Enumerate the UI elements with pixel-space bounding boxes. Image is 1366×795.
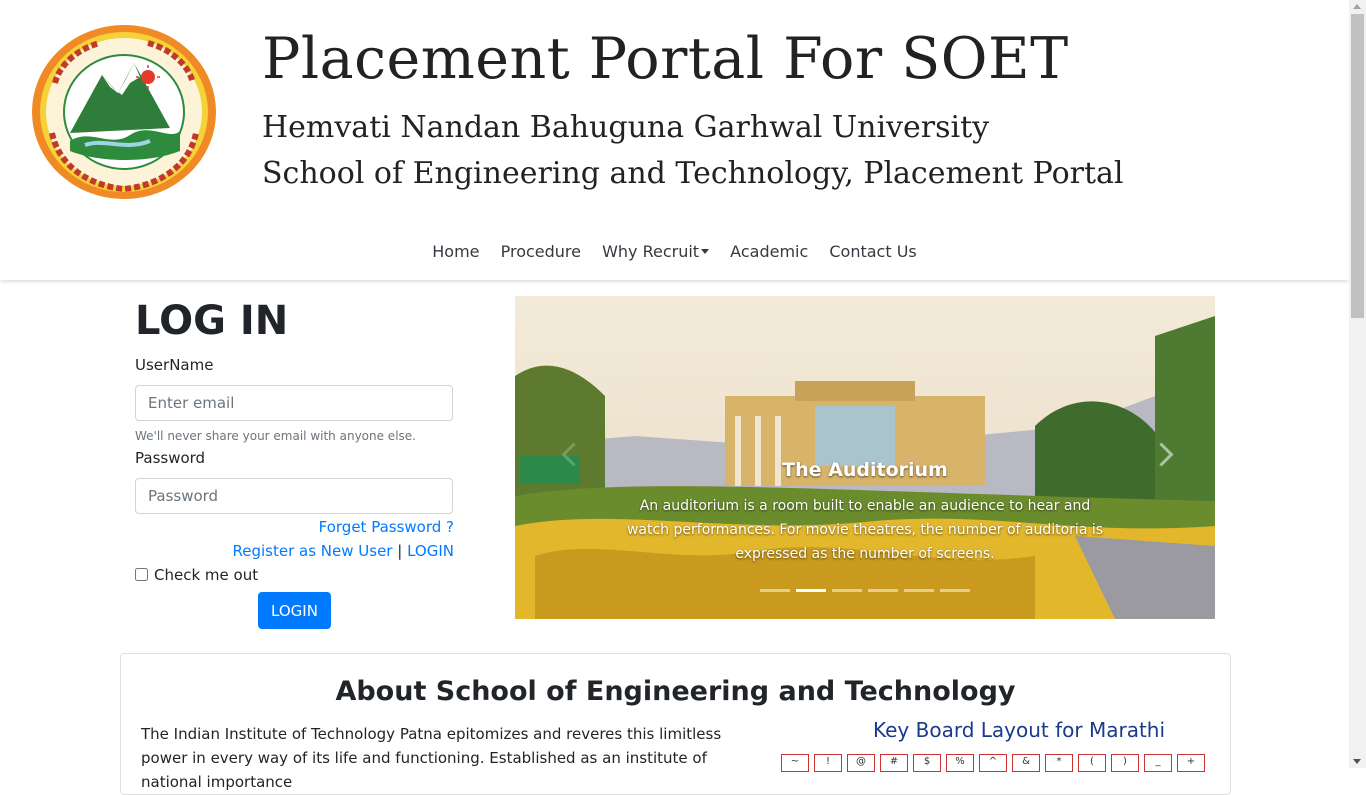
about-card: About School of Engineering and Technolo… bbox=[120, 653, 1231, 795]
forget-password-row: Forget Password ? bbox=[319, 518, 454, 536]
page-title: Placement Portal For SOET bbox=[262, 26, 1069, 92]
keyboard-layout-image: ~! @ # $% ^ & * () _ + bbox=[781, 754, 1211, 774]
keyboard-layout-title: Key Board Layout for Marathi bbox=[873, 718, 1166, 742]
about-title: About School of Engineering and Technolo… bbox=[335, 676, 1016, 707]
keyboard-key: @ bbox=[847, 754, 875, 772]
vertical-scrollbar[interactable] bbox=[1349, 0, 1366, 768]
forget-password-link[interactable]: Forget Password ? bbox=[319, 518, 454, 536]
scroll-down-icon[interactable] bbox=[1353, 759, 1361, 764]
nav-why-recruit[interactable]: Why Recruit bbox=[602, 242, 710, 261]
nav-procedure[interactable]: Procedure bbox=[501, 242, 581, 261]
register-link[interactable]: Register as New User bbox=[232, 542, 392, 560]
keyboard-key: ~ bbox=[781, 754, 809, 772]
auditorium-photo bbox=[515, 296, 1215, 619]
carousel-indicator[interactable] bbox=[904, 589, 934, 592]
keyboard-key: % bbox=[946, 754, 974, 772]
username-input[interactable] bbox=[135, 385, 453, 421]
login-link[interactable]: LOGIN bbox=[407, 542, 454, 560]
remember-row: Check me out bbox=[135, 566, 258, 584]
about-text: The Indian Institute of Technology Patna… bbox=[141, 725, 722, 791]
scroll-up-icon[interactable] bbox=[1353, 4, 1361, 9]
carousel-caption-title: The Auditorium bbox=[782, 459, 948, 481]
caret-down-icon bbox=[701, 249, 710, 254]
keyboard-key: _ bbox=[1144, 754, 1172, 772]
carousel-indicators bbox=[760, 589, 970, 593]
keyboard-key: $ bbox=[913, 754, 941, 772]
login-button[interactable]: LOGIN bbox=[258, 592, 331, 629]
keyboard-key: * bbox=[1045, 754, 1073, 772]
keyboard-key: ! bbox=[814, 754, 842, 772]
username-label: UserName bbox=[135, 356, 214, 374]
keyboard-key: ( bbox=[1078, 754, 1106, 772]
university-name: Hemvati Nandan Bahuguna Garhwal Universi… bbox=[262, 110, 990, 145]
carousel-caption-text: An auditorium is a room built to enable … bbox=[626, 498, 1104, 562]
portal-subtitle: School of Engineering and Technology, Pl… bbox=[262, 156, 1124, 191]
nav-academic[interactable]: Academic bbox=[730, 242, 808, 261]
register-row: Register as New User | LOGIN bbox=[232, 542, 454, 560]
image-carousel: The Auditorium An auditorium is a room b… bbox=[515, 296, 1215, 619]
link-separator: | bbox=[397, 542, 403, 560]
nav-contact-us[interactable]: Contact Us bbox=[829, 242, 916, 261]
carousel-indicator[interactable] bbox=[832, 589, 862, 592]
password-label: Password bbox=[135, 449, 206, 467]
remember-checkbox[interactable] bbox=[135, 568, 148, 581]
email-hint: We'll never share your email with anyone… bbox=[135, 429, 416, 443]
keyboard-key: & bbox=[1012, 754, 1040, 772]
university-logo bbox=[32, 25, 216, 199]
keyboard-key: ^ bbox=[979, 754, 1007, 772]
keyboard-key: # bbox=[880, 754, 908, 772]
keyboard-key: + bbox=[1177, 754, 1205, 772]
site-header: Placement Portal For SOET Hemvati Nandan… bbox=[0, 0, 1349, 280]
remember-label: Check me out bbox=[154, 566, 259, 584]
carousel-indicator[interactable] bbox=[796, 589, 826, 592]
carousel-indicator[interactable] bbox=[940, 589, 970, 592]
password-input[interactable] bbox=[135, 478, 453, 514]
carousel-indicator[interactable] bbox=[760, 589, 790, 592]
keyboard-key: ) bbox=[1111, 754, 1139, 772]
main-nav: Home Procedure Why Recruit Academic Cont… bbox=[0, 242, 1349, 261]
carousel-indicator[interactable] bbox=[868, 589, 898, 592]
nav-home[interactable]: Home bbox=[432, 242, 479, 261]
scrollbar-thumb[interactable] bbox=[1351, 14, 1364, 318]
nav-why-recruit-label: Why Recruit bbox=[602, 242, 700, 261]
login-title: LOG IN bbox=[135, 298, 289, 344]
